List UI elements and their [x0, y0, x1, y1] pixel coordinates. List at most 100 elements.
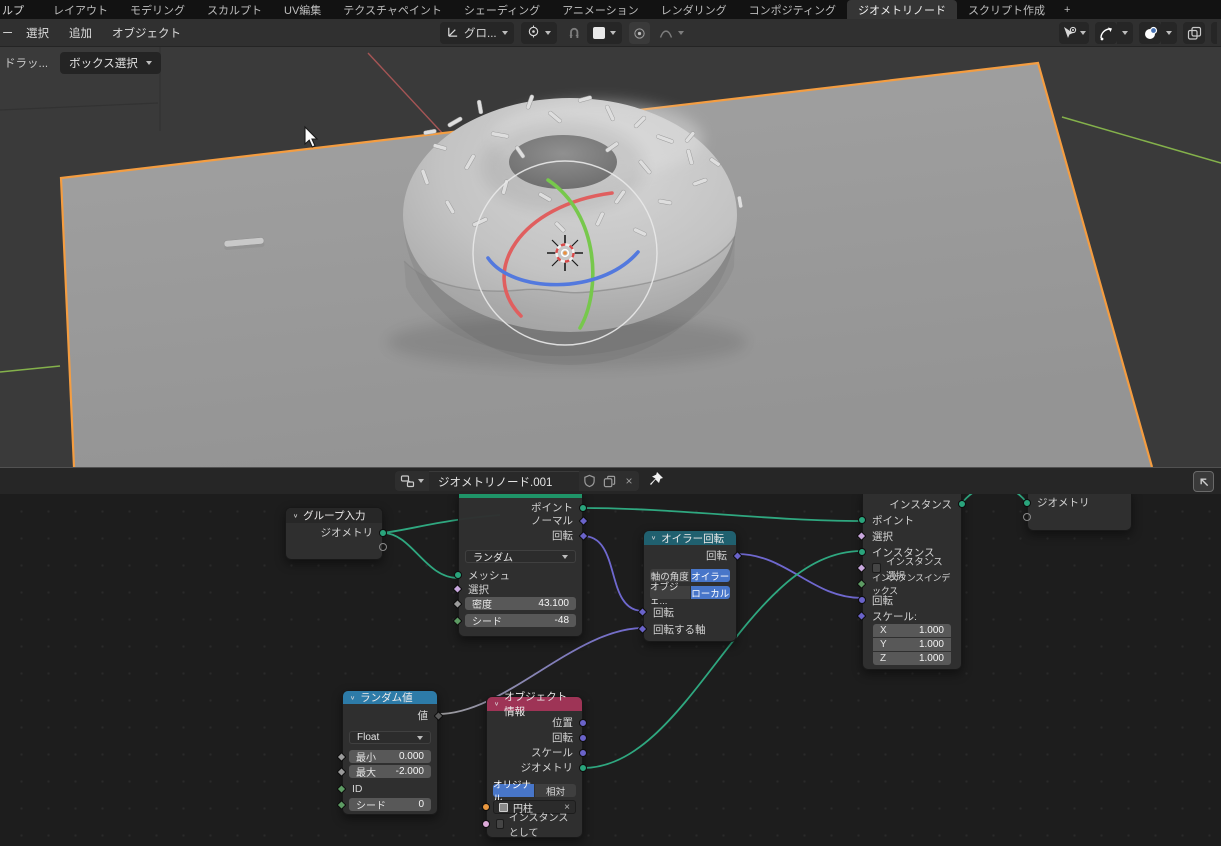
scale-z-field[interactable]: Z1.000: [873, 652, 951, 665]
instance-input-socket[interactable]: [858, 548, 866, 556]
add-menu[interactable]: 追加: [61, 22, 100, 44]
snap-target-dropdown[interactable]: [587, 22, 622, 44]
as-instance-checkbox[interactable]: [496, 819, 504, 829]
max-field[interactable]: 最大-2.000: [349, 765, 431, 778]
xray-toggle[interactable]: [1183, 22, 1205, 44]
node-tree-name-field[interactable]: ジオメトリノード.001: [429, 471, 579, 491]
pin-button[interactable]: [648, 471, 664, 492]
virtual-socket[interactable]: [1023, 513, 1031, 521]
data-type-dropdown[interactable]: Float: [349, 731, 431, 744]
density-field[interactable]: 密度43.100: [465, 597, 576, 610]
viewport-3d[interactable]: ドラッ... ボックス選択: [0, 47, 1221, 467]
chevron-down-icon: [502, 31, 508, 35]
node-random-value[interactable]: ∨ランダム値 値 Float 最小0.000 最大-2.000 ID シード0: [342, 690, 438, 815]
select-menu[interactable]: 選択: [18, 22, 57, 44]
node-editor-header: ジオメトリノード.001 ×: [0, 467, 1221, 494]
go-to-parent-button[interactable]: [1193, 471, 1214, 492]
tab-texture-paint[interactable]: テクスチャペイント: [332, 0, 453, 19]
location-output-socket[interactable]: [579, 719, 587, 727]
scale-x-field[interactable]: X1.000: [873, 624, 951, 637]
points-output-socket[interactable]: [579, 504, 587, 512]
new-copy-button[interactable]: [599, 471, 619, 491]
tab-modeling[interactable]: モデリング: [119, 0, 196, 19]
show-object-types-dropdown[interactable]: [1059, 22, 1089, 44]
geometry-output-socket[interactable]: [379, 529, 387, 537]
socket-label: 回転: [706, 548, 727, 563]
fake-user-shield-button[interactable]: [579, 471, 599, 491]
tab-rendering[interactable]: レンダリング: [650, 0, 738, 19]
gizmo-icon: [1099, 26, 1114, 41]
overlays-toggle[interactable]: [1139, 22, 1161, 44]
tab-scripting[interactable]: スクリプト作成: [957, 0, 1056, 19]
blender-window: ルプ レイアウト モデリング スカルプト UV編集 テクスチャペイント シェーデ…: [0, 0, 1221, 846]
node-rotate-euler[interactable]: ∨オイラー回転 回転 軸の角度オイラー オブジェ...ローカル 回転 回転する軸: [643, 530, 737, 642]
chevron-down-icon: [418, 479, 424, 483]
chevron-down-icon: [1080, 31, 1086, 35]
virtual-socket[interactable]: [379, 543, 387, 551]
mouse-cursor: [305, 127, 317, 147]
tab-layout[interactable]: レイアウト: [42, 0, 119, 19]
node-group-input[interactable]: ∨グループ入力 ジオメトリ: [285, 507, 383, 560]
scale-y-field[interactable]: Y1.000: [873, 638, 951, 651]
socket-label: メッシュ: [468, 568, 510, 583]
tab-shading[interactable]: シェーディング: [453, 0, 551, 19]
tab-geometry-nodes[interactable]: ジオメトリノード: [847, 0, 957, 19]
add-workspace-button[interactable]: +: [1056, 0, 1078, 19]
pivot-point-dropdown[interactable]: [521, 22, 557, 44]
socket-label: インスタンス: [889, 497, 952, 512]
local-button[interactable]: ローカル: [691, 586, 731, 599]
seed-field[interactable]: シード0: [349, 798, 431, 811]
tab-compositing[interactable]: コンポジティング: [738, 0, 847, 19]
node-object-info[interactable]: ∨オブジェクト情報 位置 回転 スケール ジオメトリ オリジナル相対 円柱 × …: [486, 696, 583, 838]
as-instance-input-socket[interactable]: [482, 820, 490, 828]
proportional-editing-toggle[interactable]: [629, 22, 650, 44]
socket-label: ジオメトリ: [321, 525, 374, 540]
chevron-down-icon: [678, 31, 684, 35]
mesh-input-socket[interactable]: [454, 571, 462, 579]
geometry-output-socket[interactable]: [579, 764, 587, 772]
transform-orientation-dropdown[interactable]: グロ...: [440, 22, 514, 44]
euler-button[interactable]: オイラー: [691, 569, 731, 582]
instances-output-socket[interactable]: [958, 500, 966, 508]
node-group-output[interactable]: ジオメトリ: [1027, 494, 1132, 531]
min-field[interactable]: 最小0.000: [349, 750, 431, 763]
socket-label: 回転: [872, 593, 893, 608]
rotation-input-socket[interactable]: [858, 596, 866, 604]
select-tool-value: ボックス選択: [69, 55, 138, 71]
tab-sculpting[interactable]: スカルプト: [196, 0, 273, 19]
socket-label: ポイント: [872, 513, 914, 528]
shading-mode-clipped[interactable]: [1211, 22, 1217, 44]
rotation-output-socket[interactable]: [579, 734, 587, 742]
object-menu[interactable]: オブジェクト: [104, 22, 189, 44]
view-menu-clipped[interactable]: ー: [2, 25, 12, 41]
overlays-dropdown[interactable]: [1161, 22, 1177, 44]
gizmos-toggle[interactable]: [1095, 22, 1117, 44]
original-button[interactable]: オリジナル: [493, 784, 534, 797]
object-input-socket[interactable]: [482, 803, 490, 811]
tab-uv-editing[interactable]: UV編集: [273, 0, 332, 19]
proportional-falloff-dropdown[interactable]: [653, 22, 690, 44]
points-input-socket[interactable]: [858, 516, 866, 524]
gizmos-dropdown[interactable]: [1117, 22, 1133, 44]
relative-button[interactable]: 相対: [535, 784, 576, 797]
help-menu-clipped[interactable]: ルプ: [2, 2, 24, 18]
shield-icon: [583, 474, 596, 488]
chevron-down-icon: [146, 61, 152, 65]
geometry-input-socket[interactable]: [1023, 499, 1031, 507]
node-tree-browse-button[interactable]: [395, 471, 429, 491]
snap-toggle[interactable]: [564, 22, 584, 44]
falloff-curve-icon: [659, 27, 673, 39]
scale-output-socket[interactable]: [579, 749, 587, 757]
cursor-3d: [547, 235, 583, 271]
unlink-button[interactable]: ×: [619, 471, 639, 491]
tab-animation[interactable]: アニメーション: [551, 0, 650, 19]
seed-field[interactable]: シード-48: [465, 614, 576, 627]
socket-label: 回転する軸: [653, 622, 706, 637]
y-axis-line-left: [0, 366, 60, 372]
distribute-method-dropdown[interactable]: ランダム: [465, 550, 576, 563]
node-editor-canvas[interactable]: ∨グループ入力 ジオメトリ ポイント ノーマル 回転 ランダム メッシュ 選択 …: [0, 494, 1221, 846]
node-distribute-points[interactable]: ポイント ノーマル 回転 ランダム メッシュ 選択 密度43.100 シード-4…: [458, 494, 583, 637]
select-tool-dropdown[interactable]: ボックス選択: [60, 52, 161, 74]
object-button[interactable]: オブジェ...: [650, 586, 690, 599]
node-instance-on-points[interactable]: インスタンス ポイント 選択 インスタンス インスタンス選択 インスタンスインデ…: [862, 494, 962, 670]
